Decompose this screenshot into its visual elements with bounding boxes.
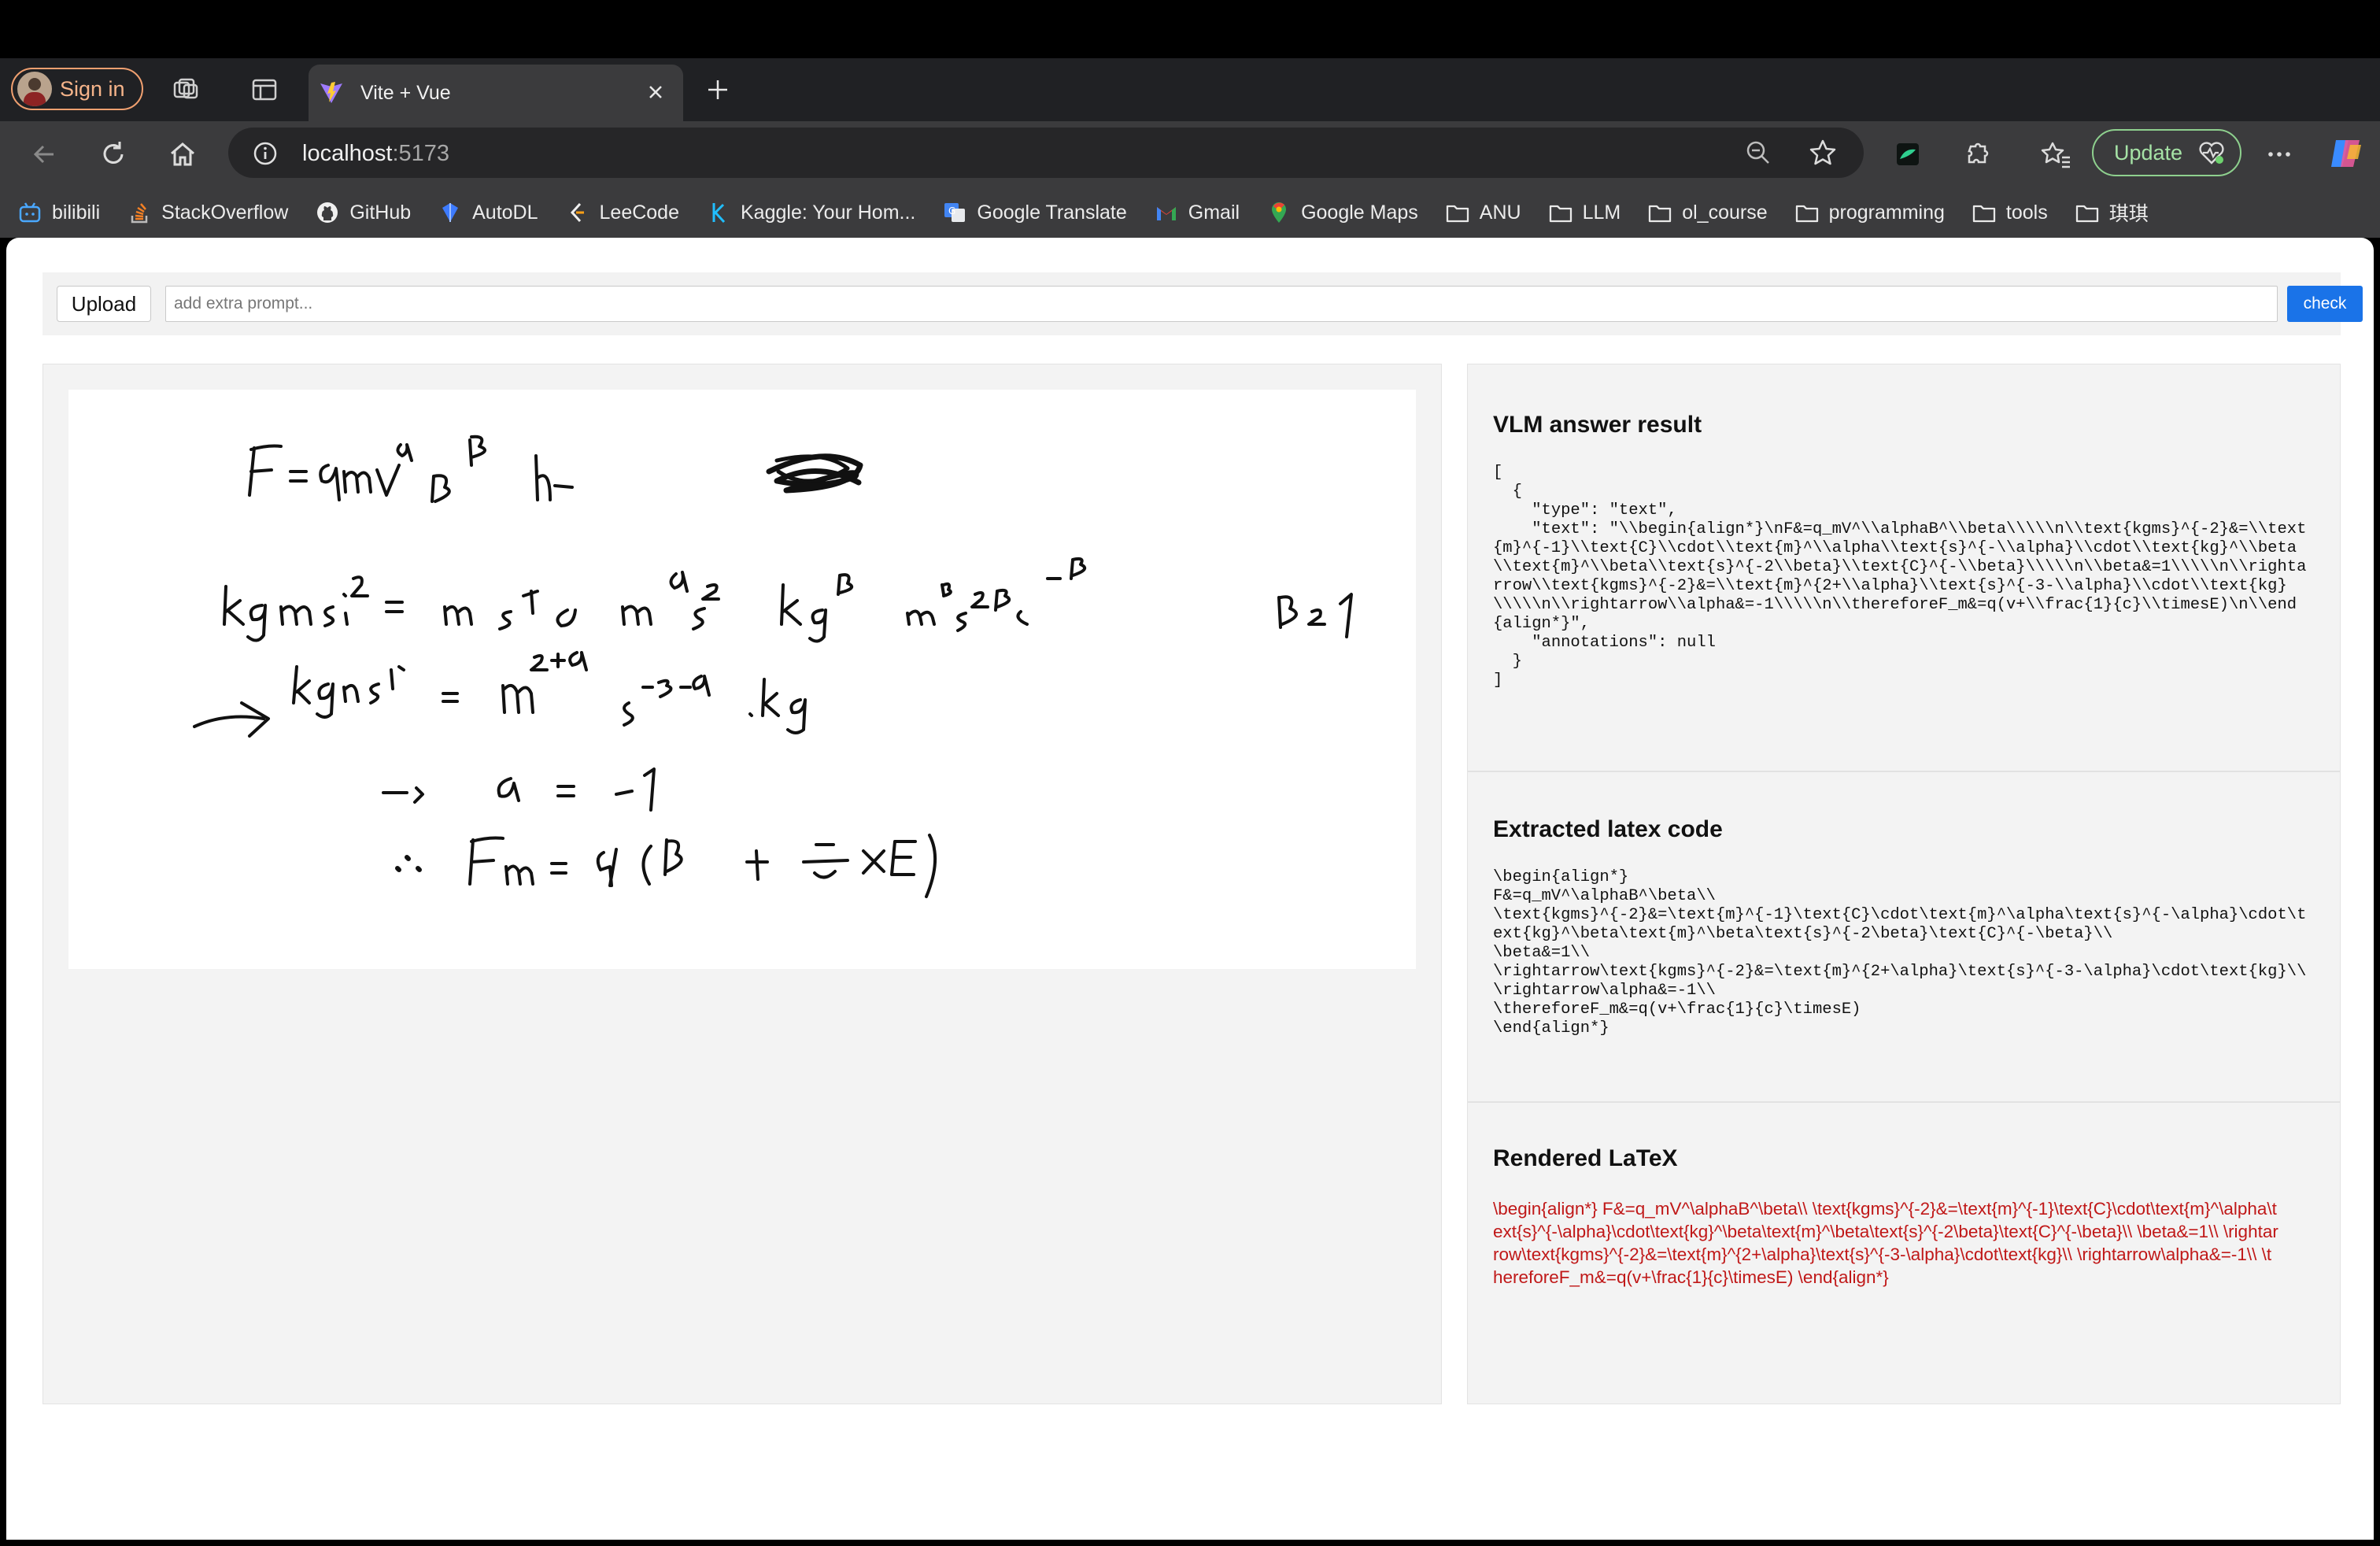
bilibili-icon xyxy=(17,200,42,225)
vlm-result-section: VLM answer result [ { "type": "text", "t… xyxy=(1468,364,2340,772)
bookmark-item[interactable]: ol_course xyxy=(1647,200,1768,225)
latex-code-section: Extracted latex code \begin{align*} F&=q… xyxy=(1468,772,2340,1103)
github-icon xyxy=(315,200,340,225)
folder-icon xyxy=(1445,200,1470,225)
bookmark-label: 琪琪 xyxy=(2108,203,2149,225)
site-info-icon[interactable] xyxy=(252,140,279,167)
folder-icon xyxy=(1647,200,1672,225)
folder-icon xyxy=(1548,200,1573,225)
sign-in-button[interactable]: Sign in xyxy=(11,68,143,110)
bookmark-item[interactable]: AutoDL xyxy=(438,200,538,225)
update-label: Update xyxy=(2114,140,2183,165)
bookmark-label: ol_course xyxy=(1682,201,1768,224)
tab-vite-vue[interactable]: Vite + Vue xyxy=(309,65,683,121)
bookmark-item[interactable]: Kaggle: Your Hom... xyxy=(706,200,915,225)
autodl-icon xyxy=(438,200,463,225)
copilot-icon[interactable] xyxy=(2326,134,2361,168)
workspaces-icon[interactable] xyxy=(172,76,200,104)
vlm-result-json: [ { "type": "text", "text": "\\begin{ali… xyxy=(1493,464,2307,690)
leetcode-icon xyxy=(565,200,590,225)
bookmark-item[interactable]: StackOverflow xyxy=(127,200,288,225)
bookmark-item[interactable]: G Google Translate xyxy=(942,200,1127,225)
omnibox[interactable]: localhost:5173 xyxy=(228,128,1864,178)
page-content: Upload check xyxy=(6,238,2374,1540)
bookmark-label: LLM xyxy=(1582,201,1621,224)
vlm-result-heading: VLM answer result xyxy=(1493,412,1702,438)
upload-button[interactable]: Upload xyxy=(57,286,151,322)
bookmark-label: bilibili xyxy=(52,201,101,224)
uploaded-handwriting-image xyxy=(68,390,1416,969)
extension-app-icon[interactable] xyxy=(1890,137,1925,172)
bookmark-item[interactable]: LeeCode xyxy=(565,200,679,225)
bookmark-item[interactable]: Gmail xyxy=(1154,200,1240,225)
bookmark-label: ANU xyxy=(1479,201,1521,224)
more-menu-icon[interactable] xyxy=(2262,137,2297,172)
bookmark-label: Google Maps xyxy=(1301,201,1418,224)
gmail-icon xyxy=(1154,200,1179,225)
favorites-icon[interactable] xyxy=(2038,137,2073,172)
folder-icon xyxy=(2075,200,2100,225)
image-panel xyxy=(42,364,1442,1404)
close-tab-icon[interactable] xyxy=(642,79,669,105)
bookmark-label: programming xyxy=(1828,201,1945,224)
bookmark-item[interactable]: 琪琪 xyxy=(2075,198,2149,227)
bookmark-item[interactable]: bilibili xyxy=(17,200,100,225)
url-text[interactable]: localhost:5173 xyxy=(302,141,449,167)
url-host: localhost xyxy=(302,141,393,166)
bookmarks-bar: bilibili StackOverflow GitHub AutoDL LeeCode… xyxy=(0,187,2380,238)
latex-code-heading: Extracted latex code xyxy=(1493,816,1723,842)
results-panel: VLM answer result [ { "type": "text", "t… xyxy=(1467,364,2341,1404)
rendered-latex-text: \begin{align*} F&=q_mV^\alphaB^\beta\\ \… xyxy=(1493,1199,2278,1287)
bookmark-item[interactable]: Google Maps xyxy=(1266,200,1418,225)
folder-icon xyxy=(1794,200,1820,225)
extra-prompt-input[interactable] xyxy=(165,286,2278,322)
bookmark-item[interactable]: tools xyxy=(1972,200,2048,225)
vite-logo-icon xyxy=(318,80,345,106)
bookmark-label: Kaggle: Your Hom... xyxy=(741,201,916,224)
bookmark-label: GitHub xyxy=(349,201,412,224)
sign-in-label: Sign in xyxy=(60,76,125,101)
bookmark-label: Gmail xyxy=(1188,201,1240,224)
address-bar-row: localhost:5173 Update xyxy=(0,121,2380,187)
stackoverflow-icon xyxy=(127,200,152,225)
latex-code-text: \begin{align*} F&=q_mV^\alphaB^\beta\\ \… xyxy=(1493,868,2307,1037)
bookmark-item[interactable]: programming xyxy=(1794,200,1945,225)
translate-icon: G xyxy=(942,200,967,225)
bookmark-label: AutoDL xyxy=(472,201,538,224)
zoom-out-icon[interactable] xyxy=(1744,139,1772,167)
tab-bar: Sign in Vite + Vue xyxy=(0,58,2380,121)
url-port: :5173 xyxy=(392,141,450,166)
update-button[interactable]: Update xyxy=(2092,129,2241,176)
bookmark-label: LeeCode xyxy=(599,201,679,224)
home-icon[interactable] xyxy=(165,137,200,172)
new-tab-icon[interactable] xyxy=(702,74,734,105)
tab-actions-icon[interactable] xyxy=(250,76,279,104)
bookmark-label: Google Translate xyxy=(977,201,1127,224)
folder-icon xyxy=(1972,200,1997,225)
check-button[interactable]: check xyxy=(2287,286,2363,322)
rendered-latex-heading: Rendered LaTeX xyxy=(1493,1145,1678,1171)
kaggle-icon xyxy=(706,200,731,225)
bookmark-label: tools xyxy=(2005,201,2048,224)
tab-title: Vite + Vue xyxy=(360,81,451,104)
bookmark-item[interactable]: ANU xyxy=(1445,200,1521,225)
favorite-star-icon[interactable] xyxy=(1807,137,1839,168)
bookmark-item[interactable]: GitHub xyxy=(315,200,411,225)
bookmark-label: StackOverflow xyxy=(161,201,289,224)
maps-icon xyxy=(1266,200,1292,225)
back-icon[interactable] xyxy=(27,137,61,172)
svg-text:G: G xyxy=(948,205,955,216)
bookmark-item[interactable]: LLM xyxy=(1548,200,1621,225)
heart-pulse-icon xyxy=(2197,138,2227,168)
extensions-icon[interactable] xyxy=(1960,137,1994,172)
rendered-latex-section: Rendered LaTeX \begin{align*} F&=q_mV^\a… xyxy=(1468,1103,2340,1404)
upload-toolbar: Upload check xyxy=(42,272,2363,335)
refresh-icon[interactable] xyxy=(96,137,131,172)
window-top-strip xyxy=(0,0,2380,58)
avatar xyxy=(17,72,52,106)
